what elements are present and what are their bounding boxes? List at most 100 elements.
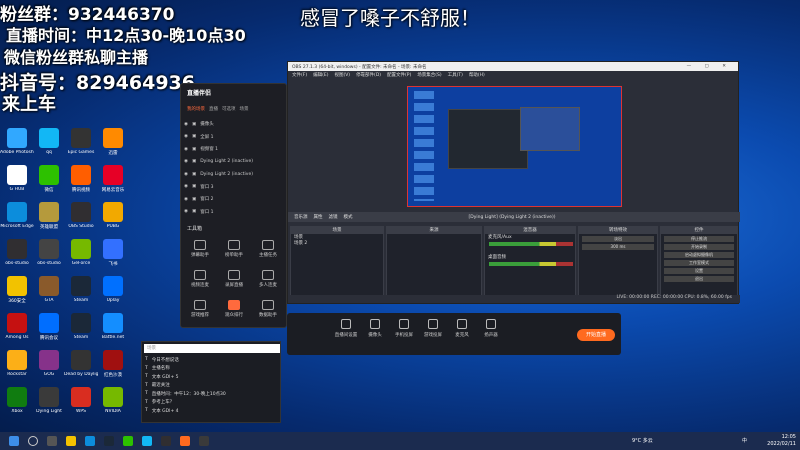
menu-scene-collection[interactable]: 场景集合(S): [417, 72, 441, 78]
eye-icon[interactable]: ◉: [184, 122, 188, 127]
game-icon[interactable]: [199, 436, 209, 446]
source-select[interactable]: [Dying Light] (Dying Light 2 (inactive)): [469, 215, 556, 220]
assistant-tool[interactable]: 数据助手: [253, 300, 283, 318]
desktop-icon[interactable]: 飞书: [96, 239, 130, 267]
desktop-icon[interactable]: 360安全: [0, 276, 34, 304]
obs-icon[interactable]: [161, 436, 171, 446]
lock-icon[interactable]: ▣: [192, 209, 196, 214]
window-controls[interactable]: — ▢ ✕: [687, 64, 738, 69]
menu-docks[interactable]: 停靠部件(D): [356, 72, 381, 78]
stop-stream-button[interactable]: 停止推流: [664, 236, 734, 242]
eye-icon[interactable]: ◉: [184, 197, 188, 202]
eye-icon[interactable]: ◉: [184, 184, 188, 189]
desktop-icon[interactable]: Adobe Photoshop: [0, 128, 34, 155]
assistant-tool[interactable]: 游戏推荐: [185, 300, 215, 318]
assistant-scene-item[interactable]: ◉ ▣ 窗口 2: [184, 193, 284, 205]
desktop-icon[interactable]: Microsoft Edge: [0, 202, 34, 229]
desktop-icon[interactable]: WPS: [64, 387, 98, 414]
text-source-item[interactable]: T 最近关注: [145, 382, 279, 389]
assistant-tool[interactable]: 榜单助手: [219, 240, 249, 258]
assistant-tool[interactable]: 弹幕助手: [185, 240, 215, 258]
lock-icon[interactable]: ▣: [192, 197, 196, 202]
text-source-item[interactable]: T 文本 GDI+ 4: [145, 407, 279, 414]
menu-view[interactable]: 视图(V): [334, 72, 350, 78]
file-explorer-icon[interactable]: [66, 436, 76, 446]
settings-button[interactable]: 设置: [664, 268, 734, 274]
text-source-item[interactable]: T 参考上车？: [145, 399, 279, 406]
live-toolbar-item[interactable]: 扬声器: [480, 319, 502, 338]
eye-icon[interactable]: ◉: [184, 134, 188, 139]
menu-tools[interactable]: 工具(T): [448, 72, 463, 78]
scene-item[interactable]: 场景 2: [291, 240, 383, 246]
system-tray[interactable]: 12:05 2022/02/11: [767, 434, 796, 448]
filters-button[interactable]: 滤镜: [329, 214, 338, 220]
desktop-icon[interactable]: 腾讯视频: [64, 165, 98, 193]
assistant-tool[interactable]: 多人连麦: [253, 270, 283, 288]
desktop-icon[interactable]: Steam: [64, 313, 98, 340]
desktop-icon[interactable]: 英雄联盟: [32, 202, 66, 230]
live-toolbar-item[interactable]: 麦克风: [451, 319, 473, 338]
desktop-icon[interactable]: 微信: [32, 165, 66, 193]
desktop-icon[interactable]: PUBG: [96, 202, 130, 229]
start-icon[interactable]: [9, 436, 19, 446]
desktop-icon[interactable]: Dead by Daylight: [64, 350, 98, 377]
virtual-camera-button[interactable]: 启动虚拟摄像机: [664, 252, 734, 258]
eye-icon[interactable]: ◉: [184, 209, 188, 214]
start-live-button[interactable]: 开始直播: [577, 329, 615, 341]
assistant-scene-item[interactable]: ◉ ▣ 窗口 1: [184, 206, 284, 218]
desktop-icon[interactable]: Among Us: [0, 313, 34, 340]
assistant-scene-item[interactable]: ◉ ▣ Dying Light 2 (inactive): [184, 156, 284, 168]
assistant-scene-item[interactable]: ◉ ▣ 窗口 3: [184, 181, 284, 193]
desktop-icon[interactable]: NVIDIA: [96, 387, 130, 414]
tab-live[interactable]: 直播: [209, 106, 218, 112]
menu-edit[interactable]: 编辑(E): [313, 72, 328, 78]
lock-icon[interactable]: ▣: [192, 122, 196, 127]
tab-my-scenes[interactable]: 我的场景: [187, 106, 205, 112]
wechat-icon[interactable]: [123, 436, 133, 446]
desktop-icon[interactable]: G HUB: [0, 165, 34, 192]
tab-options[interactable]: 可选项: [222, 106, 236, 112]
live-toolbar-item[interactable]: 摄像头: [364, 319, 386, 338]
desktop-icon[interactable]: 红色沙漠: [96, 350, 130, 378]
weather-widget[interactable]: 9°C 多云: [632, 437, 653, 444]
edge-icon[interactable]: [85, 436, 95, 446]
text-source-item[interactable]: T 直播时间：中午12：30-晚上10点30: [145, 390, 279, 397]
eye-icon[interactable]: ◉: [184, 147, 188, 152]
desktop-icon[interactable]: Steam: [64, 276, 98, 303]
lock-icon[interactable]: ▣: [192, 184, 196, 189]
exit-button[interactable]: 退出: [664, 276, 734, 282]
input-method[interactable]: 中: [742, 437, 747, 444]
eye-icon[interactable]: ◉: [184, 172, 188, 177]
assistant-tool[interactable]: 录屏直播: [219, 270, 249, 288]
desktop-icon[interactable]: obs-studio: [32, 239, 66, 266]
menu-help[interactable]: 帮助(H): [469, 72, 485, 78]
live-assistant-icon[interactable]: [180, 436, 190, 446]
menu-file[interactable]: 文件(F): [292, 72, 307, 78]
desktop-icon[interactable]: Battle.net: [96, 313, 130, 340]
obs-preview[interactable]: [407, 86, 622, 207]
mode-button[interactable]: 模式: [344, 214, 353, 220]
desktop-icon[interactable]: OBS Studio: [64, 202, 98, 229]
assistant-tool[interactable]: 主播任务: [253, 240, 283, 258]
transition-select[interactable]: 淡出: [582, 236, 654, 242]
start-record-button[interactable]: 开始录制: [664, 244, 734, 250]
desktop-icon[interactable]: obs-studio: [0, 239, 34, 266]
lock-icon[interactable]: ▣: [192, 147, 196, 152]
text-source-item[interactable]: T 主播名称: [145, 365, 279, 372]
desktop-icon[interactable]: Xbox: [0, 387, 34, 414]
text-source-item[interactable]: T 今日不想说话: [145, 356, 279, 363]
desktop-icon[interactable]: GOG: [32, 350, 66, 377]
desktop-icon[interactable]: 迅雷: [96, 128, 130, 156]
assistant-scene-item[interactable]: ◉ ▣ 全屏 1: [184, 131, 284, 143]
scene-search-input[interactable]: 场景: [144, 344, 280, 353]
qq-icon[interactable]: [142, 436, 152, 446]
eye-icon[interactable]: ◉: [184, 159, 188, 164]
desktop-icon[interactable]: Rockstar: [0, 350, 34, 377]
text-source-item[interactable]: T 文本 GDI+ 5: [145, 373, 279, 380]
duration-field[interactable]: 300 ms: [582, 244, 654, 250]
steam-icon[interactable]: [104, 436, 114, 446]
menu-profile[interactable]: 配置文件(P): [387, 72, 411, 78]
desktop-icon[interactable]: Dying Light: [32, 387, 66, 414]
assistant-scene-item[interactable]: ◉ ▣ 视频窗 1: [184, 143, 284, 155]
lock-icon[interactable]: ▣: [192, 159, 196, 164]
